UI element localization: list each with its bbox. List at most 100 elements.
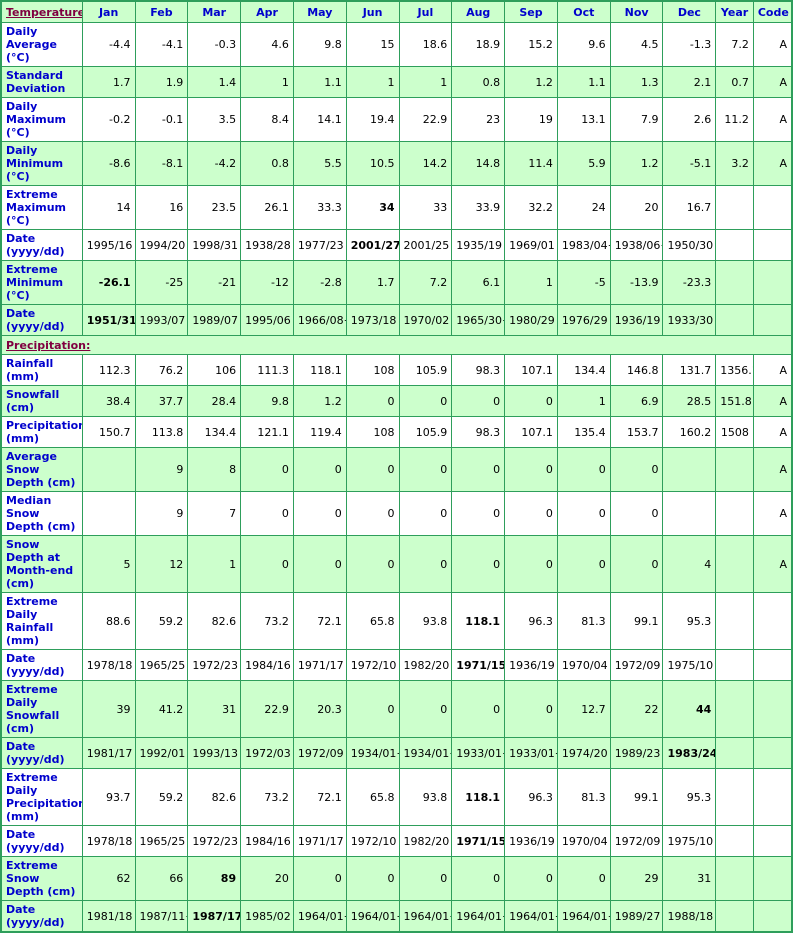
cell-jan: -8.6	[81, 141, 136, 186]
column-header-code: Code	[752, 0, 793, 23]
table-body: Temperature: Jan Feb Mar Apr May Jun Jul Aug Sep O…	[0, 0, 793, 933]
cell-code	[752, 304, 793, 336]
cell-dec: -1.3	[662, 22, 717, 67]
cell-dec: 44	[662, 680, 717, 738]
cell-year	[715, 447, 754, 492]
table-row: Median Snow Depth (cm) 9 7 0 0 0 0 0 0 0 0 A	[0, 491, 793, 536]
cell-jul: 0	[398, 535, 453, 593]
cell-may: 5.5	[292, 141, 347, 186]
cell-dec: 1975/10	[662, 649, 717, 681]
cell-dec	[662, 491, 717, 536]
cell-jul: 1	[398, 66, 453, 98]
cell-feb: 16	[134, 185, 189, 230]
cell-jul: 1964/01+	[398, 900, 453, 933]
cell-jan: 5	[81, 535, 136, 593]
cell-feb: 1993/07	[134, 304, 189, 336]
cell-sep: 96.3	[504, 768, 558, 826]
cell-oct: 5.9	[556, 141, 611, 186]
cell-dec: -5.1	[662, 141, 717, 186]
cell-sep: 32.2	[504, 185, 558, 230]
cell-year	[715, 229, 754, 261]
cell-year	[715, 768, 754, 826]
cell-apr: 1985/02	[240, 900, 294, 933]
table-row: Extreme Daily Precipitation (mm) 93.7 59.2…	[0, 768, 793, 826]
table-row: Date (yyyy/dd) 1978/18 1965/25 1972/23 1984/…	[0, 825, 793, 857]
table-row: Date (yyyy/dd) 1978/18 1965/25 1972/23 1984/…	[0, 649, 793, 681]
row-label: Extreme Maximum (°C)	[0, 185, 83, 230]
cell-code: A	[752, 535, 793, 593]
cell-year	[715, 592, 754, 650]
cell-nov: 99.1	[609, 768, 664, 826]
cell-feb: 113.8	[134, 416, 189, 448]
cell-jul: 0	[398, 447, 453, 492]
cell-jan: 1.7	[81, 66, 136, 98]
cell-apr: 22.9	[240, 680, 294, 738]
cell-oct: -5	[556, 260, 611, 305]
row-label: Daily Average (°C)	[0, 22, 83, 67]
cell-nov: 146.8	[609, 354, 664, 386]
cell-nov: 0	[609, 535, 664, 593]
cell-jun: 2001/27	[345, 229, 400, 261]
cell-year: 3.2	[715, 141, 754, 186]
cell-jun: 1934/01+	[345, 737, 400, 769]
cell-jan: 1951/31	[81, 304, 136, 336]
cell-may: 9.8	[292, 22, 347, 67]
cell-year: 151.8	[715, 385, 754, 417]
cell-mar: 1987/17	[187, 900, 242, 933]
table-header-row: Temperature: Jan Feb Mar Apr May Jun Jul Aug Sep O…	[0, 0, 793, 23]
cell-dec: 31	[662, 856, 717, 901]
cell-year	[715, 680, 754, 738]
cell-jan: 62	[81, 856, 136, 901]
cell-dec: 1933/30	[662, 304, 717, 336]
cell-dec: 2.6	[662, 97, 717, 142]
cell-oct: 135.4	[556, 416, 611, 448]
cell-code	[752, 592, 793, 650]
cell-aug: 98.3	[451, 416, 506, 448]
cell-sep: 1933/01+	[504, 737, 558, 769]
cell-may: 14.1	[292, 97, 347, 142]
cell-code: A	[752, 66, 793, 98]
column-header-mar: Mar	[187, 0, 242, 23]
cell-feb: 9	[134, 447, 189, 492]
cell-may: 0	[292, 856, 347, 901]
cell-apr: 1984/16	[240, 649, 294, 681]
cell-feb: 1965/25	[134, 825, 189, 857]
cell-jun: 34	[345, 185, 400, 230]
section-title-precipitation: Precipitation:	[0, 335, 793, 355]
cell-sep: 1936/19	[504, 825, 558, 857]
cell-code	[752, 900, 793, 933]
cell-year: 1508	[715, 416, 754, 448]
column-header-jan: Jan	[81, 0, 136, 23]
cell-may: 0	[292, 491, 347, 536]
cell-jun: 0	[345, 680, 400, 738]
cell-jul: 0	[398, 491, 453, 536]
cell-jul: 1982/20	[398, 825, 453, 857]
table-row: Daily Minimum (°C) -8.6 -8.1 -4.2 0.8 5.5 10.5…	[0, 141, 793, 186]
cell-jun: 1972/10	[345, 825, 400, 857]
column-header-dec: Dec	[662, 0, 717, 23]
table-row: Snowfall (cm) 38.4 37.7 28.4 9.8 1.2 0 0 0 0 1 6.9 2…	[0, 385, 793, 417]
cell-may: 1971/17	[292, 649, 347, 681]
cell-nov: 4.5	[609, 22, 664, 67]
cell-feb: -0.1	[134, 97, 189, 142]
cell-dec: 4	[662, 535, 717, 593]
cell-oct: 81.3	[556, 592, 611, 650]
cell-feb: -4.1	[134, 22, 189, 67]
cell-jan: 39	[81, 680, 136, 738]
cell-dec: 1950/30	[662, 229, 717, 261]
cell-nov: 1989/23	[609, 737, 664, 769]
cell-sep: 1980/29	[504, 304, 558, 336]
cell-apr: 0.8	[240, 141, 294, 186]
cell-apr: 73.2	[240, 768, 294, 826]
cell-sep: 0	[504, 491, 558, 536]
cell-jun: 1973/18	[345, 304, 400, 336]
cell-jun: 19.4	[345, 97, 400, 142]
cell-code	[752, 185, 793, 230]
cell-jan: 1981/18	[81, 900, 136, 933]
cell-jul: 18.6	[398, 22, 453, 67]
cell-year	[715, 185, 754, 230]
cell-aug: 1971/15	[451, 649, 506, 681]
cell-aug: 1933/01+	[451, 737, 506, 769]
cell-code: A	[752, 491, 793, 536]
cell-mar: 1.4	[187, 66, 242, 98]
